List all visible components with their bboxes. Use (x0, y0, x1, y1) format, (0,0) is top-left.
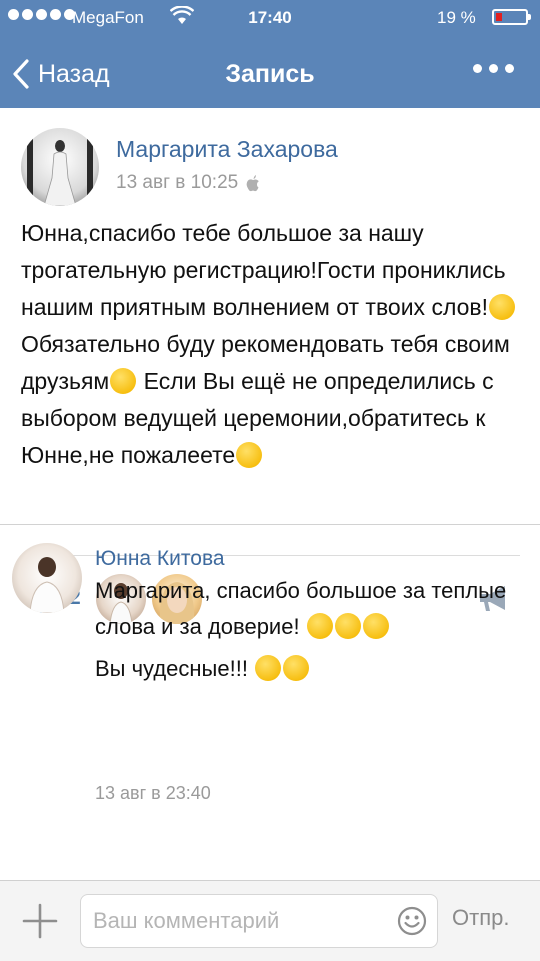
wink-emoji-icon (236, 442, 263, 468)
comment-input-wrapper (80, 894, 438, 948)
post-author-name[interactable]: Маргарита Захарова (116, 136, 338, 163)
more-options-icon[interactable] (473, 64, 514, 73)
smile-emoji-icon (306, 613, 333, 639)
heart-eyes-emoji-icon (283, 655, 310, 681)
top-bar: MegaFon 17:40 19 % Назад Запись (0, 0, 540, 108)
battery-percent: 19 % (437, 8, 476, 27)
back-button[interactable]: Назад (12, 40, 110, 108)
battery-icon (492, 9, 531, 25)
nav-bar: Назад Запись (0, 40, 540, 108)
post-date: 13 авг в 10:25 (116, 172, 260, 194)
post-date-text: 13 авг в 10:25 (116, 172, 239, 193)
comment-author-name[interactable]: Юнна Китова (95, 547, 225, 571)
chevron-left-icon (13, 59, 29, 89)
smile-emoji-icon (362, 613, 389, 639)
comment-text: Маргарита, спасибо большое за теплые сло… (95, 573, 525, 687)
attach-plus-icon[interactable] (22, 903, 58, 939)
post-text-part-1: Юнна,спасибо тебе большое за нашу трогат… (21, 220, 506, 320)
send-button[interactable]: Отпр. (452, 905, 509, 931)
comment-text-line1: Маргарита, спасибо большое за теплые сло… (95, 578, 507, 639)
section-divider (0, 524, 540, 525)
heart-eyes-emoji-icon (255, 655, 282, 681)
emoji-picker-icon[interactable] (397, 906, 427, 936)
comment-text-line2: Вы чудесные!!! (95, 656, 248, 681)
post-text: Юнна,спасибо тебе большое за нашу трогат… (21, 215, 526, 474)
author-avatar[interactable] (21, 128, 99, 206)
back-label: Назад (38, 59, 110, 88)
commenter-avatar[interactable] (12, 543, 82, 613)
comment-composer: Отпр. (0, 880, 540, 961)
relieved-smile-emoji-icon (489, 294, 516, 320)
smile-emoji-icon (334, 613, 361, 639)
status-bar: MegaFon 17:40 19 % (0, 0, 540, 40)
apple-icon (246, 174, 260, 191)
relieved-face-emoji-icon (110, 368, 137, 394)
comment-date: 13 авг в 23:40 (95, 783, 211, 803)
comment-input[interactable] (93, 895, 383, 947)
